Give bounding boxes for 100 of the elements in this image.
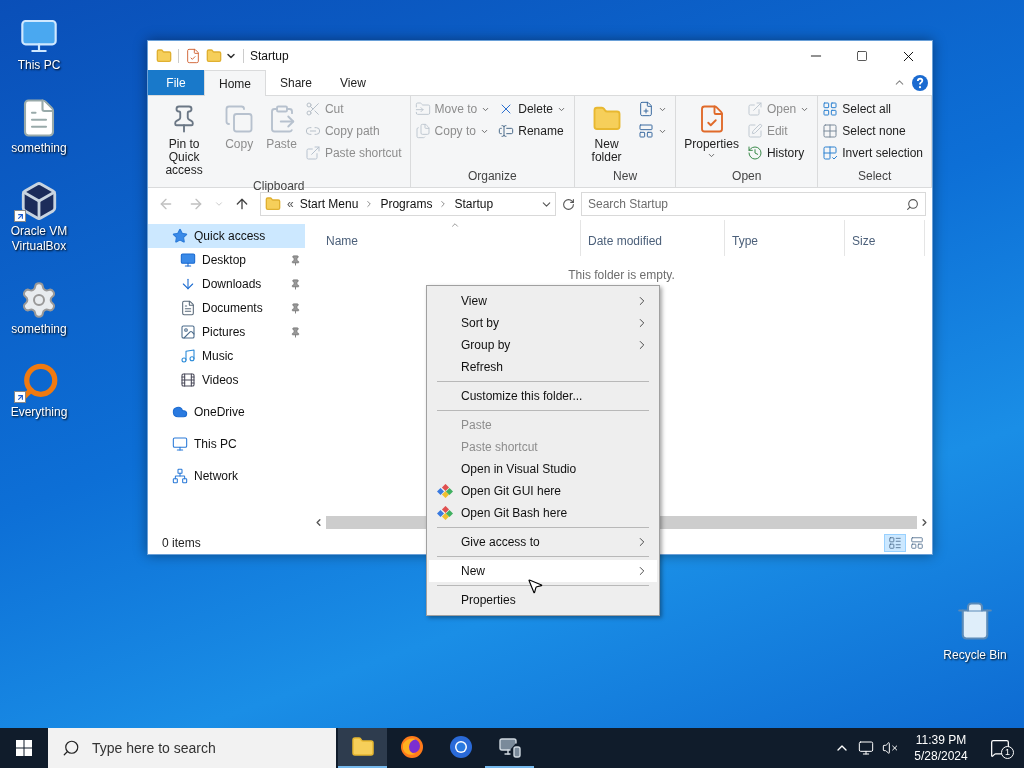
browser-icon bbox=[448, 735, 473, 759]
breadcrumb[interactable]: Programs bbox=[380, 195, 433, 213]
copy-icon bbox=[224, 104, 255, 134]
open-icon bbox=[746, 101, 763, 117]
ribbon-button[interactable]: Properties bbox=[680, 100, 743, 167]
music-icon bbox=[180, 348, 196, 364]
menu-item[interactable]: Open Git Bash here bbox=[429, 502, 657, 524]
nav-item[interactable]: OneDrive bbox=[148, 400, 305, 424]
window-title: Startup bbox=[250, 48, 290, 65]
ribbon-button[interactable]: Select all bbox=[822, 100, 923, 118]
menu-item[interactable]: Properties bbox=[429, 589, 657, 611]
menu-item[interactable]: Give access to bbox=[429, 531, 657, 553]
taskbar-app[interactable] bbox=[338, 728, 387, 768]
breadcrumb[interactable]: Startup bbox=[454, 195, 494, 213]
icon-label[interactable]: something bbox=[2, 141, 76, 156]
git-icon bbox=[437, 484, 453, 498]
nav-item[interactable]: This PC bbox=[148, 432, 305, 456]
network-icon bbox=[172, 468, 188, 484]
copy-icon bbox=[414, 123, 431, 139]
scissors-icon bbox=[304, 101, 321, 117]
ribbon-tab[interactable]: Home bbox=[204, 70, 266, 96]
help-icon[interactable] bbox=[912, 75, 928, 91]
ribbon-tab[interactable]: File bbox=[148, 70, 204, 95]
status-text: 0 items bbox=[162, 535, 201, 552]
ribbon-button[interactable]: History bbox=[746, 144, 810, 162]
git-icon bbox=[437, 506, 453, 520]
ribbon-button[interactable]: Select none bbox=[822, 122, 923, 140]
windows-logo-icon bbox=[16, 740, 32, 756]
menu-item[interactable]: New bbox=[429, 560, 657, 582]
invert-selection-icon bbox=[822, 145, 839, 161]
search-field[interactable]: Search Startup bbox=[581, 192, 926, 216]
ribbon-tab[interactable]: Share bbox=[266, 70, 327, 95]
column-header[interactable]: Name bbox=[319, 220, 581, 256]
menu-item[interactable]: Open in Visual Studio bbox=[429, 458, 657, 480]
menu-item[interactable]: View bbox=[429, 290, 657, 312]
icon-label[interactable]: something bbox=[2, 322, 76, 337]
select-all-icon bbox=[822, 101, 839, 117]
up-icon[interactable] bbox=[234, 196, 250, 212]
maximize-icon[interactable] bbox=[856, 50, 868, 62]
breadcrumb[interactable]: Start Menu bbox=[299, 195, 359, 213]
nav-item[interactable]: Videos bbox=[148, 368, 305, 392]
new-item-icon bbox=[638, 101, 655, 117]
nav-item[interactable]: Documents bbox=[148, 296, 305, 320]
nav-item[interactable]: Network bbox=[148, 464, 305, 488]
menu-item[interactable]: Sort by bbox=[429, 312, 657, 334]
nav-item[interactable]: Downloads bbox=[148, 272, 305, 296]
ribbon-button[interactable] bbox=[638, 100, 668, 118]
taskbar-search-field[interactable]: Type here to search bbox=[48, 728, 336, 768]
star-icon bbox=[172, 228, 188, 244]
empty-message: This folder is empty. bbox=[568, 267, 675, 284]
picture-icon bbox=[180, 324, 196, 340]
refresh-icon[interactable] bbox=[562, 197, 575, 211]
ribbon-button[interactable]: Invert selection bbox=[822, 144, 923, 162]
menu-item[interactable]: Refresh bbox=[429, 356, 657, 378]
ribbon-button[interactable]: Rename bbox=[498, 122, 566, 140]
overflow-mark[interactable]: « bbox=[287, 195, 294, 213]
icon-label[interactable]: Oracle VM VirtualBox bbox=[2, 224, 76, 254]
search-icon bbox=[62, 739, 80, 757]
group-label: Organize bbox=[466, 168, 518, 185]
scroll-right-icon[interactable] bbox=[919, 516, 930, 528]
address-bar[interactable]: « Start Menu Programs Startup bbox=[260, 192, 556, 216]
nav-item[interactable]: Pictures bbox=[148, 320, 305, 344]
icon-label[interactable]: Everything bbox=[2, 405, 76, 420]
edit-icon bbox=[746, 123, 763, 139]
download-icon bbox=[180, 276, 196, 292]
folder-icon bbox=[350, 735, 375, 759]
select-none-icon bbox=[822, 123, 839, 139]
properties-icon[interactable] bbox=[185, 48, 201, 64]
icon-label[interactable]: This PC bbox=[2, 58, 76, 73]
search-icon bbox=[906, 197, 919, 211]
ribbon-button[interactable]: New folder bbox=[578, 100, 635, 167]
network-icon[interactable] bbox=[858, 740, 874, 756]
group-label: New bbox=[612, 168, 639, 185]
computer-icon bbox=[172, 436, 188, 452]
nav-item[interactable]: Music bbox=[148, 344, 305, 368]
icon-label[interactable]: Recycle Bin bbox=[943, 646, 1007, 664]
fox-globe-icon bbox=[399, 735, 424, 759]
ribbon-button[interactable] bbox=[638, 122, 668, 140]
cloud-icon bbox=[172, 404, 188, 420]
view-toggle[interactable] bbox=[884, 534, 906, 552]
menu-item[interactable]: Group by bbox=[429, 334, 657, 356]
nav-item[interactable]: Quick access bbox=[148, 224, 305, 248]
nav-item[interactable]: Desktop bbox=[148, 248, 305, 272]
clock[interactable]: 11:39 PM 5/28/2024 bbox=[906, 732, 976, 764]
group-label: Clipboard bbox=[252, 178, 306, 195]
menu-item[interactable]: Customize this folder... bbox=[429, 385, 657, 407]
column-header[interactable]: Date modified bbox=[581, 220, 725, 256]
menu-item[interactable]: Open Git GUI here bbox=[429, 480, 657, 502]
easy-access-icon bbox=[638, 123, 655, 139]
folder-icon bbox=[265, 196, 281, 212]
column-header[interactable]: Size bbox=[845, 220, 925, 256]
ribbon-tab[interactable]: View bbox=[326, 70, 380, 95]
rename-icon bbox=[498, 123, 515, 139]
shortcut-icon bbox=[304, 145, 321, 161]
ribbon-button[interactable]: Delete bbox=[498, 100, 566, 118]
ribbon-button[interactable]: Pin to Quick access bbox=[152, 100, 217, 177]
cursor-icon bbox=[526, 577, 544, 595]
volume-muted-icon[interactable] bbox=[882, 740, 898, 756]
column-header[interactable]: Type bbox=[725, 220, 845, 256]
group-label: Select bbox=[856, 168, 893, 185]
